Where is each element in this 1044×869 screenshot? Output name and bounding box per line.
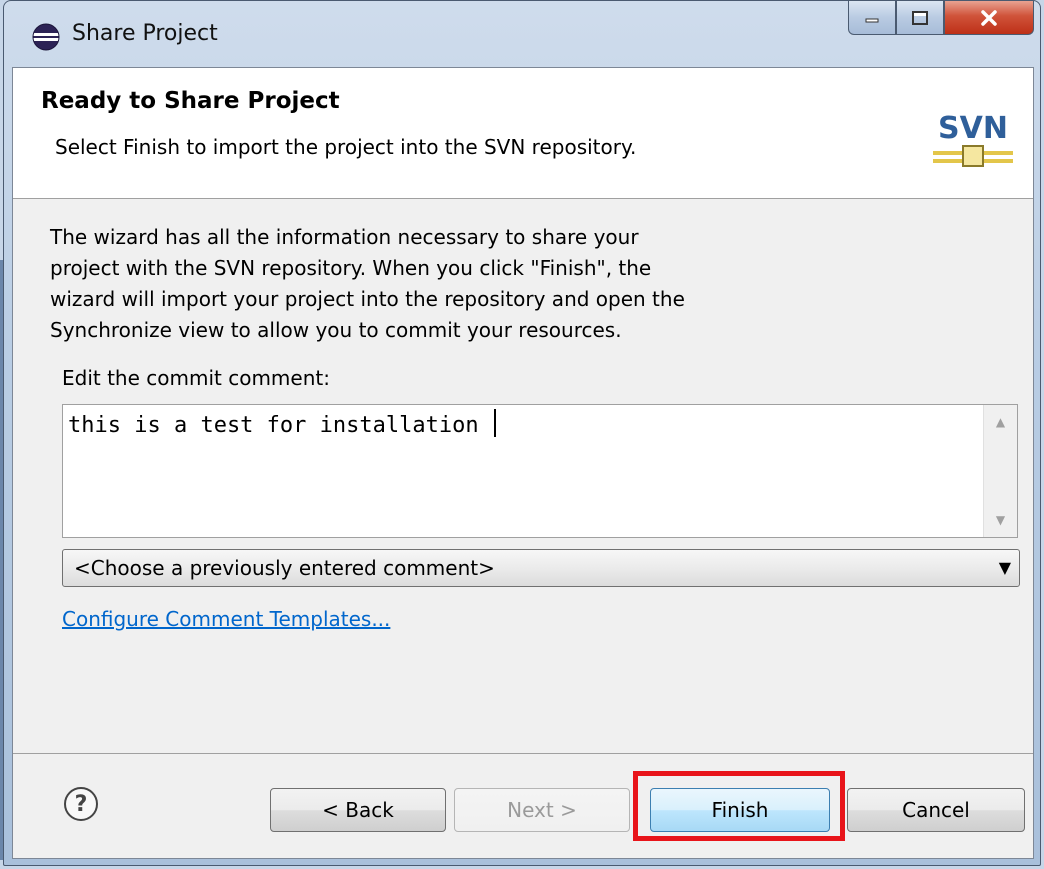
wizard-description: The wizard has all the information neces…	[50, 222, 770, 346]
caption-buttons	[848, 1, 1034, 35]
commit-comment-textarea[interactable]: this is a test for installation ▲ ▼	[62, 404, 1018, 538]
page-title: Ready to Share Project	[41, 88, 340, 114]
commit-comment-text: this is a test for installation	[68, 409, 496, 438]
maximize-icon	[912, 10, 928, 25]
previous-comment-selected: <Choose a previously entered comment>	[74, 556, 495, 580]
share-project-dialog: Share Project Ready to Share Project Sel…	[3, 0, 1041, 866]
description-line: project with the SVN repository. When yo…	[50, 256, 652, 280]
svn-logo-text: SVN	[938, 111, 1008, 146]
maximize-button[interactable]	[896, 1, 944, 35]
dialog-client-area: Ready to Share Project Select Finish to …	[12, 67, 1034, 859]
window-title: Share Project	[72, 21, 218, 46]
configure-comment-templates-link[interactable]: Configure Comment Templates...	[62, 607, 390, 631]
wizard-header: Ready to Share Project Select Finish to …	[13, 68, 1033, 199]
description-line: wizard will import your project into the…	[50, 287, 685, 311]
back-button[interactable]: < Back	[270, 788, 446, 832]
minimize-button[interactable]	[848, 1, 896, 35]
close-button[interactable]	[944, 1, 1034, 35]
description-line: The wizard has all the information neces…	[50, 225, 639, 249]
footer-divider	[13, 753, 1033, 754]
dropdown-arrow-icon: ▼	[998, 558, 1011, 577]
textarea-scrollbar[interactable]: ▲ ▼	[983, 405, 1017, 537]
help-icon[interactable]: ?	[64, 787, 98, 821]
close-icon	[981, 9, 997, 26]
commit-comment-value: this is a test for installation	[68, 413, 492, 438]
title-bar[interactable]: Share Project	[4, 1, 1040, 65]
commit-comment-label: Edit the commit comment:	[62, 366, 330, 390]
minimize-icon	[865, 18, 879, 22]
page-subtitle: Select Finish to import the project into…	[55, 135, 637, 159]
next-button[interactable]: Next >	[454, 788, 630, 832]
scroll-down-arrow-icon[interactable]: ▼	[984, 505, 1017, 535]
eclipse-icon	[32, 23, 60, 51]
svn-logo: SVN	[931, 98, 1015, 182]
cancel-button[interactable]: Cancel	[847, 788, 1025, 832]
previous-comment-dropdown[interactable]: <Choose a previously entered comment> ▼	[62, 549, 1020, 587]
text-caret	[493, 409, 496, 437]
finish-highlight-box	[633, 771, 845, 841]
scroll-up-arrow-icon[interactable]: ▲	[984, 407, 1017, 437]
description-line: Synchronize view to allow you to commit …	[50, 318, 622, 342]
